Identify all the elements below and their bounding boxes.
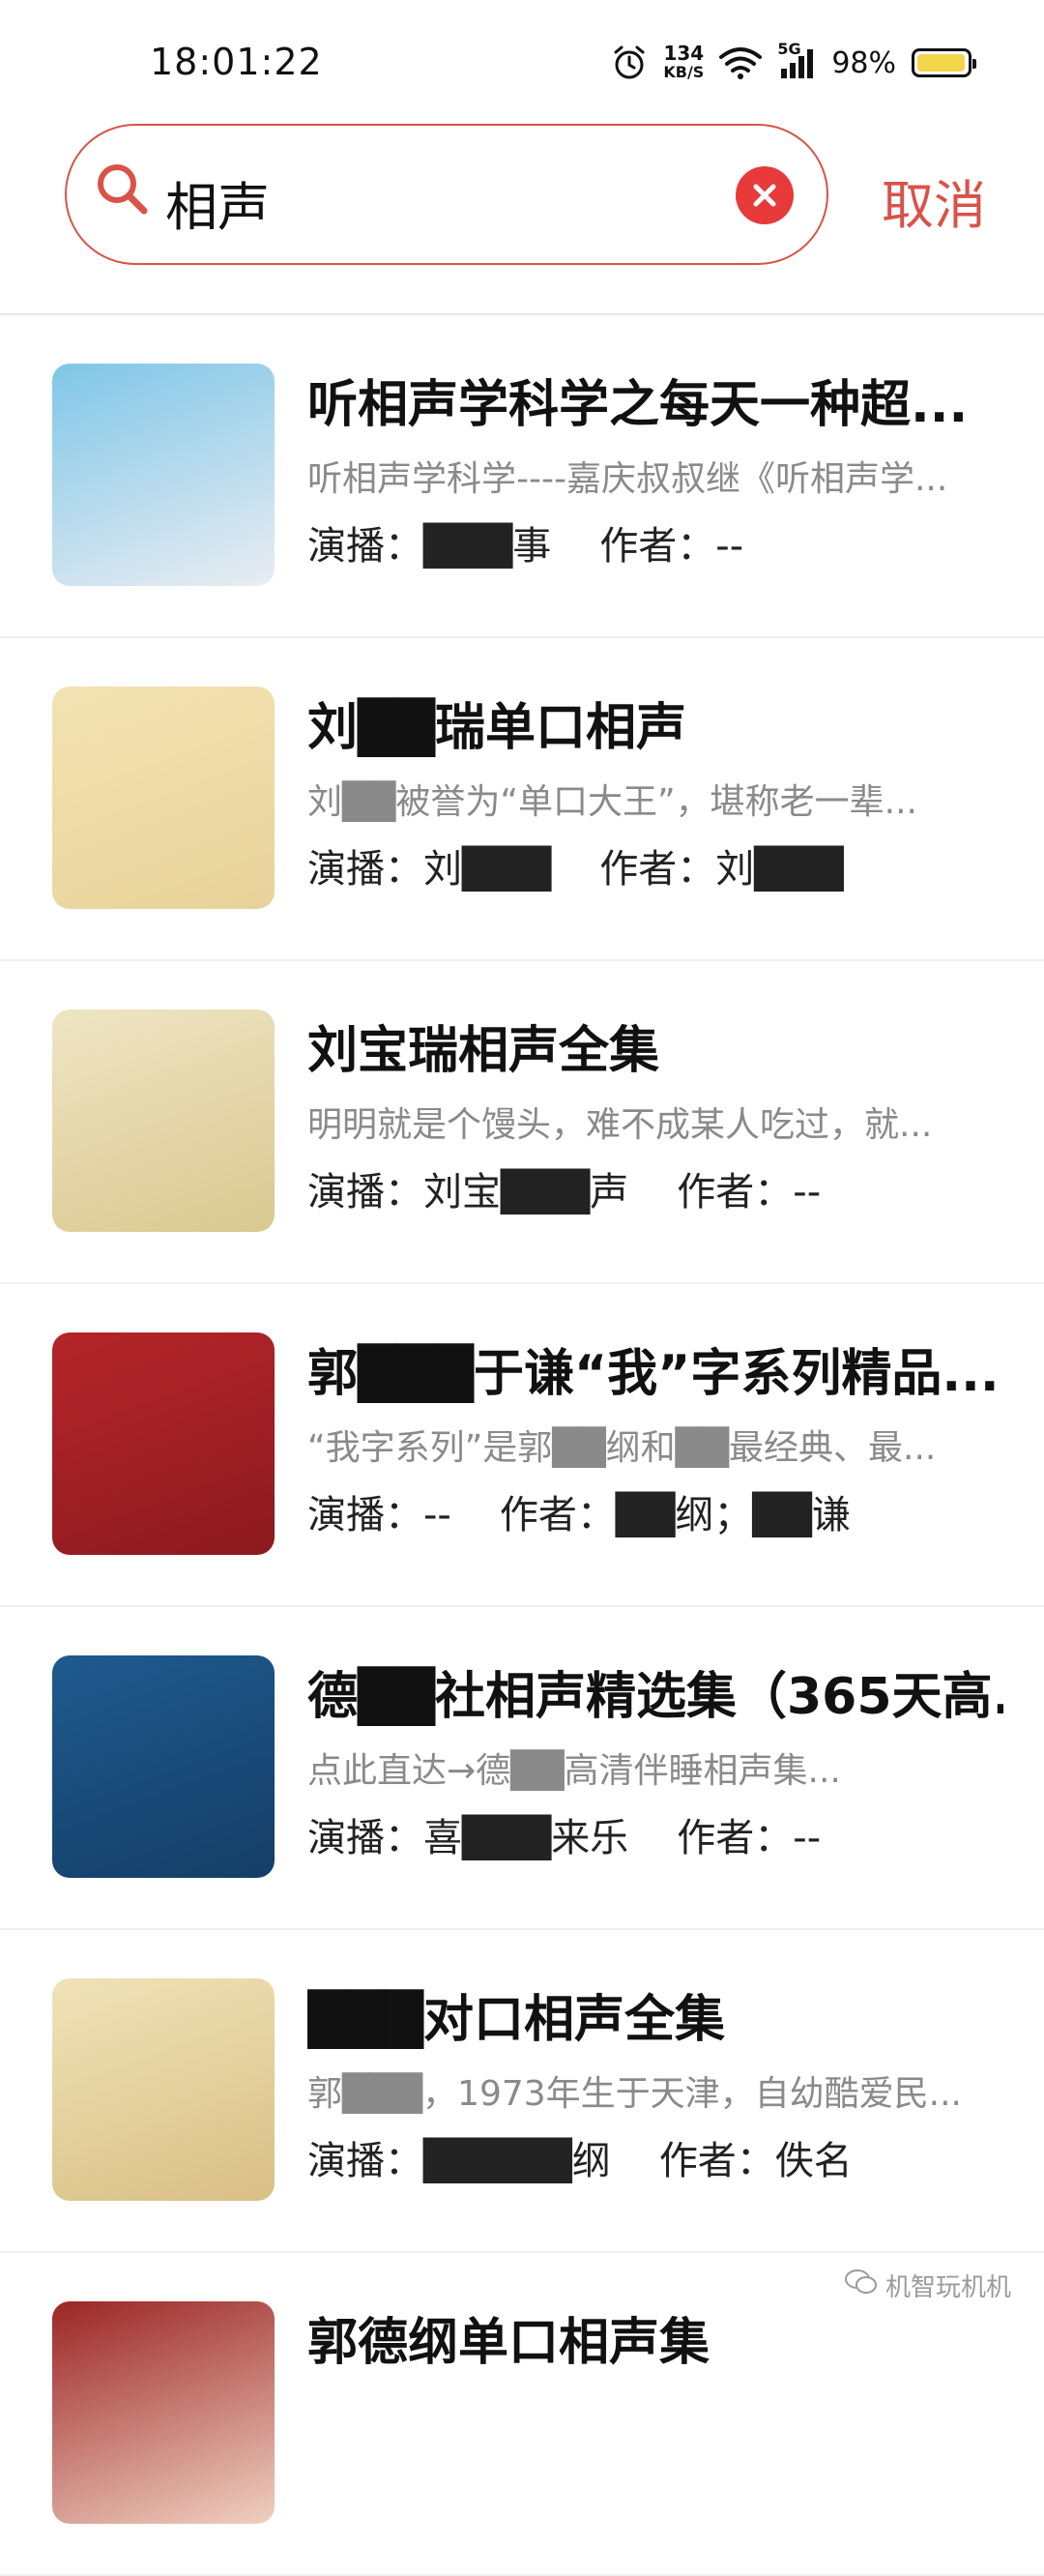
wifi-icon: [719, 45, 762, 80]
result-description: 听相声学科学----嘉庆叔叔继《听相声学...: [307, 451, 1003, 501]
author-name: --: [715, 524, 743, 569]
result-meta: 演播：喜███来乐 作者：--: [307, 1806, 1023, 1862]
album-cover: [52, 1655, 275, 1878]
author-name: 刘███: [715, 847, 843, 892]
result-item[interactable]: 刘██瑞单口相声 刘██被誉为“单口大王”，堪称老一辈... 演播：刘███作者…: [0, 638, 1044, 961]
result-title: 刘宝瑞相声全集: [307, 1010, 1003, 1082]
battery-icon: [912, 48, 972, 77]
performer-label: 演播：: [307, 524, 423, 569]
album-cover: [52, 1978, 275, 2201]
search-icon: [94, 161, 152, 222]
result-description: “我字系列”是郭██纲和██最经典、最...: [307, 1420, 1003, 1470]
watermark: 机智玩机机: [845, 2268, 1011, 2303]
result-meta: 演播：刘███作者：刘███: [307, 837, 1023, 893]
battery-percent: 98%: [831, 46, 896, 80]
performer-name: 刘宝███声: [423, 1170, 628, 1215]
album-cover: [52, 364, 275, 586]
result-title: 郭███于谦“我”字系列精品...: [307, 1332, 1003, 1405]
album-cover: [52, 1010, 275, 1232]
search-input[interactable]: 相声: [165, 164, 270, 241]
status-time: 18:01:22: [150, 41, 323, 83]
result-item[interactable]: 德██社相声精选集（365天高... 点此直达→德██高清伴睡相声集... 演播…: [0, 1607, 1044, 1930]
cancel-button[interactable]: 取消: [882, 162, 986, 239]
battery-fill: [917, 54, 965, 72]
performer-label: 演播：: [307, 847, 423, 892]
result-item[interactable]: ███对口相声全集 郭███，1973年生于天津，自幼酷爱民... 演播：███…: [0, 1930, 1044, 2253]
author-name: ██纲；██谦: [616, 1493, 851, 1537]
result-title: 听相声学科学之每天一种超...: [307, 364, 1003, 436]
close-icon: [750, 181, 779, 210]
performer-label: 演播：: [307, 1493, 423, 1537]
result-title: ███对口相声全集: [307, 1978, 1003, 2051]
result-title: 德██社相声精选集（365天高...: [307, 1655, 1003, 1728]
author-label: 作者：: [677, 1170, 793, 1215]
result-meta: 演播：█████纲 作者：佚名: [307, 2129, 1023, 2185]
result-description: 明明就是个馒头，难不成某人吃过，就...: [307, 1097, 1003, 1147]
performer-name: 喜███来乐: [423, 1816, 628, 1860]
performer-name: 刘███: [423, 847, 551, 892]
author-name: 佚名: [775, 2139, 853, 2183]
result-meta: 演播：刘宝███声 作者：--: [307, 1160, 1023, 1216]
author-label: 作者：: [599, 847, 715, 892]
search-bar[interactable]: 相声: [65, 124, 828, 265]
author-name: --: [793, 1170, 821, 1215]
cellular-signal-icon: 5G: [777, 45, 816, 80]
network-type-label: 5G: [777, 40, 800, 58]
performer-label: 演播：: [307, 1170, 423, 1215]
watermark-text: 机智玩机机: [885, 2268, 1011, 2303]
performer-name: ███事: [423, 524, 551, 569]
author-label: 作者：: [659, 2139, 775, 2183]
author-label: 作者：: [677, 1816, 793, 1860]
alarm-icon: [611, 44, 648, 81]
result-item[interactable]: 刘宝瑞相声全集 明明就是个馒头，难不成某人吃过，就... 演播：刘宝███声 作者…: [0, 961, 1044, 1284]
net-speed-value: 134: [663, 44, 704, 63]
result-item[interactable]: 郭███于谦“我”字系列精品... “我字系列”是郭██纲和██最经典、最...…: [0, 1284, 1044, 1607]
clear-search-button[interactable]: [736, 166, 794, 224]
album-cover: [52, 687, 275, 909]
album-cover: [52, 1332, 275, 1555]
result-title: 刘██瑞单口相声: [307, 687, 1003, 759]
author-label: 作者：: [500, 1493, 616, 1537]
search-results-list: 听相声学科学之每天一种超... 听相声学科学----嘉庆叔叔继《听相声学... …: [0, 315, 1044, 2576]
status-bar: 18:01:22 134 KB/S 5G: [0, 0, 1044, 116]
result-description: 刘██被誉为“单口大王”，堪称老一辈...: [307, 774, 1003, 824]
result-description: 郭███，1973年生于天津，自幼酷爱民...: [307, 2065, 1003, 2116]
result-item[interactable]: 听相声学科学之每天一种超... 听相声学科学----嘉庆叔叔继《听相声学... …: [0, 315, 1044, 638]
album-cover: [52, 2301, 275, 2524]
performer-label: 演播：: [307, 1816, 423, 1860]
performer-name: █████纲: [423, 2139, 611, 2183]
result-description: 点此直达→德██高清伴睡相声集...: [307, 1742, 1003, 1793]
author-label: 作者：: [599, 524, 715, 569]
result-meta: 演播：███事 作者：--: [307, 514, 1023, 571]
net-speed: 134 KB/S: [663, 44, 704, 82]
wechat-icon: [845, 2269, 878, 2302]
status-icons: 134 KB/S 5G 98%: [611, 39, 972, 87]
performer-label: 演播：: [307, 2139, 423, 2183]
net-speed-unit: KB/S: [663, 63, 704, 82]
performer-name: --: [423, 1493, 451, 1537]
author-name: --: [793, 1816, 821, 1860]
result-meta: 演播：-- 作者：██纲；██谦: [307, 1483, 1023, 1539]
result-title: 郭德纲单口相声集: [307, 2301, 1003, 2374]
